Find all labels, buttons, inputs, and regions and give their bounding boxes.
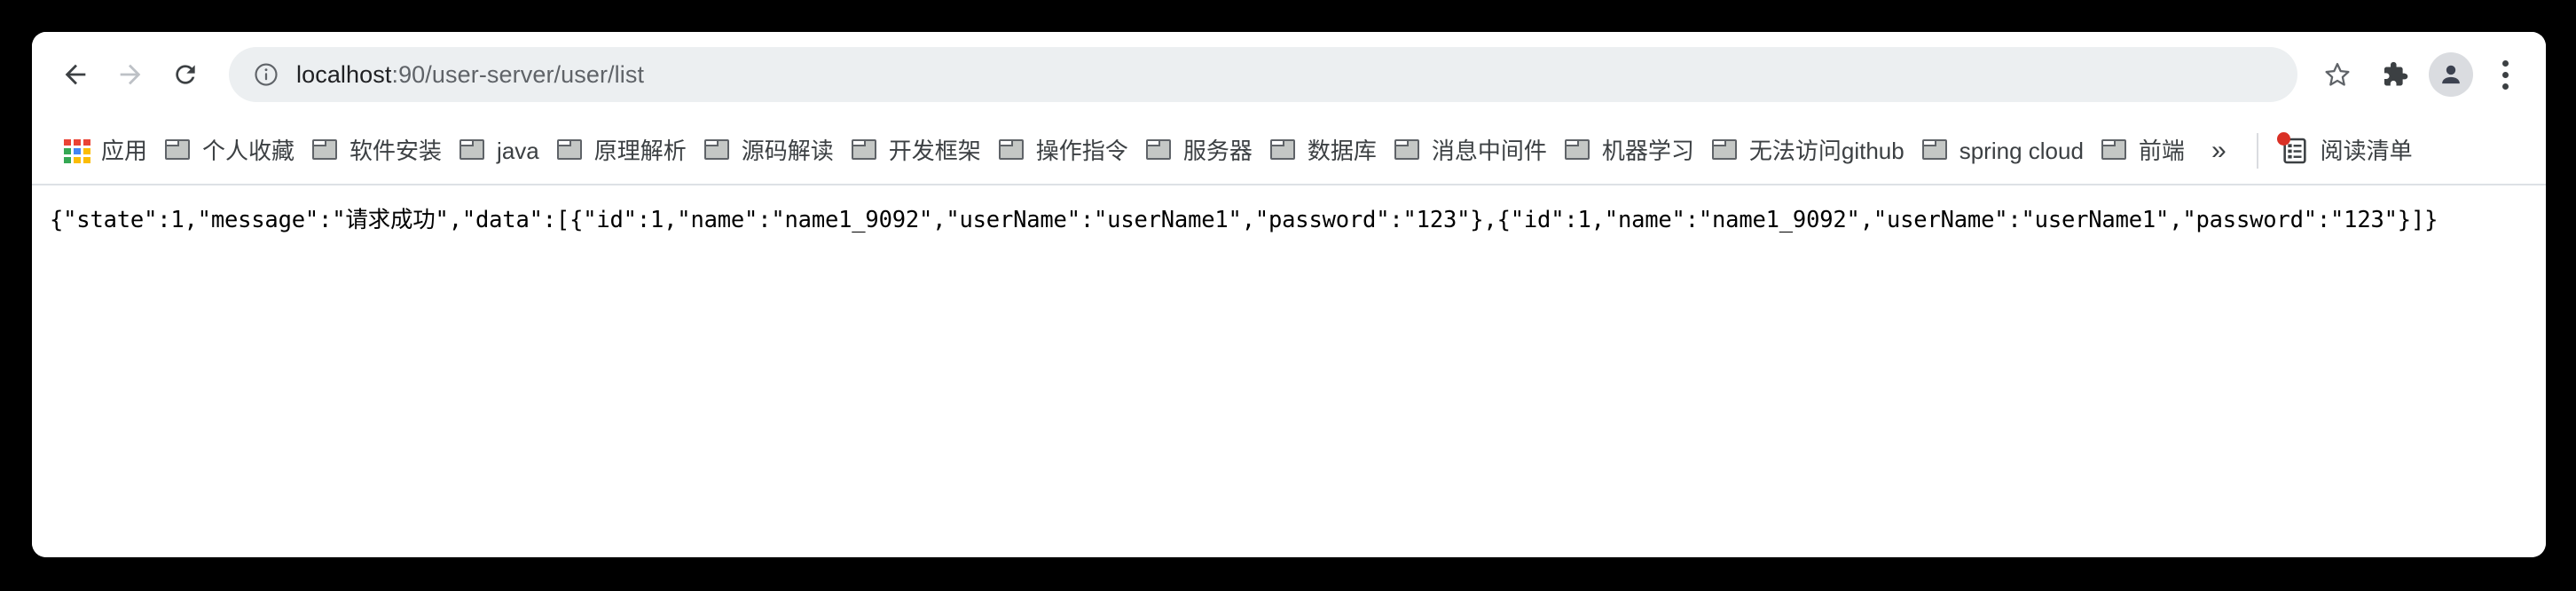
arrow-right-icon — [120, 64, 141, 85]
reading-list-button[interactable]: 阅读清单 — [2271, 129, 2422, 173]
bookmark-item-4[interactable]: 源码解读 — [695, 128, 843, 174]
folder-icon — [1921, 139, 1949, 162]
bookmark-label: 个人收藏 — [202, 137, 295, 164]
profile-button[interactable] — [2425, 49, 2477, 100]
browser-window: localhost:90/user-server/user/list 应用 个人… — [32, 32, 2546, 557]
bookmark-item-9[interactable]: 消息中间件 — [1386, 128, 1556, 174]
bookmark-label: 开发框架 — [888, 137, 981, 164]
folder-icon — [459, 139, 486, 162]
bookmark-item-5[interactable]: 开发框架 — [843, 128, 990, 174]
extensions-button[interactable] — [2368, 49, 2420, 100]
bookmark-item-3[interactable]: 原理解析 — [548, 128, 695, 174]
url-path: :90/user-server/user/list — [391, 60, 645, 88]
bookmark-label: 机器学习 — [1601, 137, 1694, 164]
bookmark-item-0[interactable]: 个人收藏 — [156, 128, 303, 174]
bookmark-label: 消息中间件 — [1431, 137, 1547, 164]
bookmark-item-6[interactable]: 操作指令 — [990, 128, 1137, 174]
folder-icon — [1564, 139, 1591, 162]
folder-icon — [998, 139, 1025, 162]
bookmark-item-2[interactable]: java — [451, 128, 548, 174]
bookmark-label: 软件安装 — [349, 137, 443, 164]
reading-list-label: 阅读清单 — [2320, 137, 2413, 164]
bookmark-item-7[interactable]: 服务器 — [1137, 128, 1261, 174]
bookmark-item-11[interactable]: 无法访问github — [1703, 128, 1913, 174]
bookmark-label: 数据库 — [1307, 137, 1377, 164]
arrow-left-icon — [65, 64, 86, 85]
bookmark-item-12[interactable]: spring cloud — [1913, 128, 2093, 174]
bookmarks-bar: 应用 个人收藏 软件安装 java 原理解析 源码解读 开发框架 操作指令 服务… — [32, 117, 2546, 185]
bookmark-label: 源码解读 — [741, 137, 834, 164]
bookmarks-overflow-button[interactable]: » — [2194, 137, 2244, 164]
folder-icon — [165, 139, 192, 162]
bookmark-label: 原理解析 — [593, 137, 687, 164]
folder-icon — [1145, 139, 1173, 162]
avatar-icon — [2442, 65, 2460, 84]
forward-button[interactable] — [103, 47, 158, 102]
reading-list-badge — [2276, 131, 2290, 146]
bookmark-item-10[interactable]: 机器学习 — [1556, 128, 1703, 174]
bookmark-apps[interactable]: 应用 — [55, 128, 156, 174]
folder-icon — [703, 139, 731, 162]
bookmark-item-1[interactable]: 软件安装 — [303, 128, 451, 174]
bookmarks-divider — [2256, 132, 2258, 169]
back-button[interactable] — [48, 47, 103, 102]
url-text: localhost:90/user-server/user/list — [296, 61, 644, 89]
bookmark-star-button[interactable] — [2312, 49, 2363, 100]
avatar — [2429, 52, 2473, 97]
folder-icon — [312, 139, 339, 162]
folder-icon — [556, 139, 584, 162]
reload-button[interactable] — [158, 47, 213, 102]
bookmark-label: java — [497, 137, 539, 164]
three-dot-menu-icon[interactable] — [2486, 59, 2525, 90]
info-circle-icon[interactable] — [252, 60, 280, 89]
reload-icon — [176, 65, 195, 84]
bookmark-label: 无法访问github — [1748, 137, 1905, 164]
apps-grid-icon — [64, 138, 90, 163]
reading-list-icon — [2276, 131, 2310, 166]
puzzle-piece-icon — [2384, 61, 2408, 86]
json-response-text: {"state":1,"message":"请求成功","data":[{"id… — [50, 207, 2439, 233]
browser-toolbar: localhost:90/user-server/user/list — [32, 32, 2546, 117]
folder-icon — [1394, 139, 1421, 162]
bookmark-label: 服务器 — [1182, 137, 1253, 164]
bookmark-label: 应用 — [101, 137, 148, 164]
bookmark-label: spring cloud — [1959, 137, 2084, 164]
folder-icon — [1269, 139, 1297, 162]
url-host: localhost — [296, 60, 392, 88]
folder-icon — [851, 139, 878, 162]
bookmark-label: 前端 — [2138, 137, 2185, 164]
bookmark-item-13[interactable]: 前端 — [2093, 128, 2194, 174]
folder-icon — [2101, 139, 2128, 162]
bookmark-label: 操作指令 — [1035, 137, 1128, 164]
bookmark-item-8[interactable]: 数据库 — [1261, 128, 1386, 174]
page-content: {"state":1,"message":"请求成功","data":[{"id… — [32, 185, 2546, 557]
folder-icon — [1711, 139, 1739, 162]
address-bar[interactable]: localhost:90/user-server/user/list — [229, 47, 2297, 102]
star-icon — [2325, 62, 2350, 86]
